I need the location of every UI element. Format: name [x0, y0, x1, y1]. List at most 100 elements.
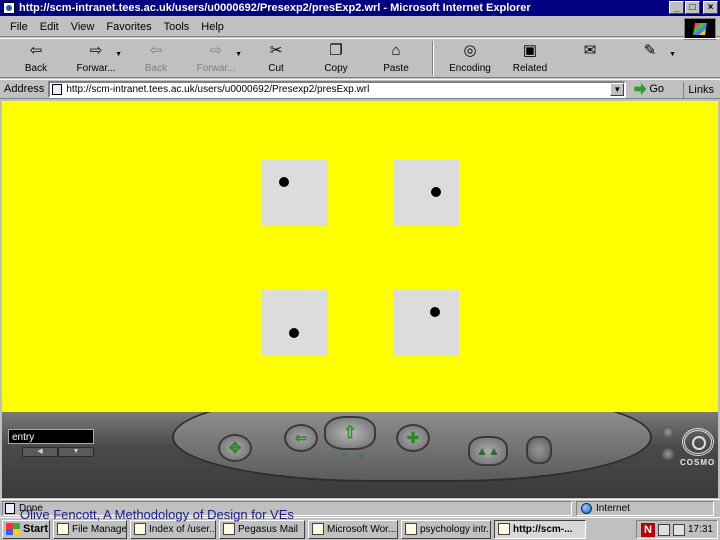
next-viewpoint-button[interactable]: ▼: [58, 447, 94, 457]
rotate-icon: ⇐: [294, 430, 308, 447]
mail-icon: ✉: [583, 42, 597, 59]
toolbar: ⇦ Back ⇨ Forwar... ▼ ⇦ Back ⇨ Forwar... …: [0, 38, 720, 78]
address-bar: Address http://scm-intranet.tees.ac.uk/u…: [0, 79, 720, 99]
go-arrow-icon: [634, 83, 647, 95]
paste-button[interactable]: ⌂ Paste: [366, 39, 426, 77]
security-zone: Internet: [576, 501, 714, 516]
forward-arrow-icon: ⇨: [89, 42, 103, 59]
dice-dot: [430, 307, 440, 317]
cut-icon: ✂: [269, 42, 283, 59]
chevron-down-icon[interactable]: ▼: [115, 51, 122, 58]
browser-icon: [498, 523, 510, 535]
forward-arrow-icon: ⇨: [209, 42, 223, 59]
encoding-icon: ◎: [463, 42, 477, 59]
knob-icon[interactable]: [662, 426, 674, 438]
edit-icon: ✎: [643, 42, 657, 59]
start-button[interactable]: Start: [2, 519, 50, 539]
dice-dot: [289, 328, 299, 338]
walk-icon: ⇧: [342, 423, 358, 442]
zoom-button[interactable]: ✥: [218, 434, 252, 462]
menu-tools[interactable]: Tools: [158, 21, 196, 33]
go-forward-button[interactable]: ⇧: [324, 416, 376, 450]
previous-viewpoint-button[interactable]: ◀: [22, 447, 58, 457]
menu-file[interactable]: File: [4, 21, 34, 33]
dice-tile-bottom-left[interactable]: [262, 290, 328, 356]
dice-tile-top-right[interactable]: [393, 160, 459, 226]
clock[interactable]: 17:31: [688, 524, 713, 535]
task-pegasus-mail[interactable]: Pegasus Mail: [219, 519, 305, 539]
seek-icon: ▲▲: [476, 444, 500, 458]
cosmo-brand-label: COSMO: [680, 458, 716, 467]
address-label: Address: [4, 83, 45, 95]
task-microsoft-word[interactable]: Microsoft Wor...: [308, 519, 398, 539]
minimize-button[interactable]: _: [669, 1, 684, 14]
system-tray: N 17:31: [635, 520, 718, 539]
forward-button[interactable]: ⇨ Forwar... ▼: [66, 39, 126, 77]
vrml-scene-viewport[interactable]: [2, 101, 718, 412]
back-arrow-icon: ⇦: [149, 42, 163, 59]
mail-icon: [223, 523, 235, 535]
chevron-down-icon[interactable]: ▼: [669, 51, 676, 58]
back-button-disabled[interactable]: ⇦ Back: [126, 39, 186, 77]
cut-label: Cut: [268, 63, 284, 74]
word-icon: [312, 523, 324, 535]
cosmo-logo-icon: [682, 428, 714, 456]
toolbar-separator: [432, 41, 434, 75]
pan-button[interactable]: ✚: [396, 424, 430, 452]
dice-dot: [279, 177, 289, 187]
back-label: Back: [24, 63, 48, 74]
netscape-icon[interactable]: N: [640, 522, 655, 537]
window-title: http://scm-intranet.tees.ac.uk/users/u00…: [19, 2, 531, 14]
task-file-manager[interactable]: File Manager - ...: [53, 519, 127, 539]
address-input[interactable]: http://scm-intranet.tees.ac.uk/users/u00…: [48, 80, 627, 98]
file-manager-icon: [57, 523, 69, 535]
close-button[interactable]: ×: [703, 1, 718, 14]
menu-favorites[interactable]: Favorites: [100, 21, 157, 33]
forward-label: Forwar...: [76, 63, 116, 74]
forward-button-disabled[interactable]: ⇨ Forwar... ▼: [186, 39, 246, 77]
mail-tray-icon[interactable]: [657, 523, 670, 536]
menu-edit[interactable]: Edit: [34, 21, 65, 33]
knob-icon[interactable]: [662, 448, 674, 460]
back-arrow-icon: ⇦: [29, 42, 43, 59]
mail-button[interactable]: ✉: [560, 39, 620, 77]
maximize-button[interactable]: □: [685, 1, 700, 14]
zoom-icon: ✥: [228, 440, 242, 457]
related-button[interactable]: ▣ Related: [500, 39, 560, 77]
straighten-controls[interactable]: ▼▲: [340, 451, 376, 460]
paste-icon: ⌂: [391, 42, 401, 59]
encoding-button[interactable]: ◎ Encoding: [440, 39, 500, 77]
dice-dot: [431, 187, 441, 197]
go-button[interactable]: Go: [634, 83, 664, 95]
cosmo-player-dashboard: entry ◀ ▼ ✥ ⇐ ⇧ ▼▲ ✚ ▲▲ ⊥ COSMO: [2, 412, 718, 498]
menu-bar: File Edit View Favorites Tools Help: [0, 17, 720, 37]
globe-icon: [581, 503, 592, 514]
edit-button[interactable]: ✎ ▼: [620, 39, 680, 77]
go-label: Go: [649, 83, 665, 95]
browser-window: http://scm-intranet.tees.ac.uk/users/u00…: [0, 0, 720, 540]
cut-button[interactable]: ✂ Cut: [246, 39, 306, 77]
tilt-button[interactable]: ⊥: [526, 436, 552, 464]
task-active-browser[interactable]: http://scm-...: [494, 519, 586, 539]
back-button[interactable]: ⇦ Back: [6, 39, 66, 77]
dice-tile-top-left[interactable]: [262, 160, 328, 226]
address-dropdown-button[interactable]: ▼: [610, 82, 625, 96]
copy-button[interactable]: ❐ Copy: [306, 39, 366, 77]
dashboard-knobs: [662, 426, 674, 460]
network-icon[interactable]: [672, 523, 685, 536]
encoding-label: Encoding: [449, 63, 491, 74]
viewpoint-list[interactable]: entry: [8, 429, 94, 444]
slide-caption: Olive Fencott, A Methodology of Design f…: [20, 507, 294, 522]
windows-logo-icon: [684, 18, 716, 40]
task-index[interactable]: Index of /user...: [130, 519, 216, 539]
dice-tile-bottom-right[interactable]: [393, 290, 459, 356]
tilt-icon: ⊥: [534, 444, 544, 456]
task-psychology[interactable]: psychology intr...: [401, 519, 491, 539]
pan-icon: ✚: [406, 430, 420, 447]
chevron-down-icon[interactable]: ▼: [235, 51, 242, 58]
rotate-button[interactable]: ⇐: [284, 424, 318, 452]
seek-button[interactable]: ▲▲: [468, 436, 508, 466]
links-button[interactable]: Links: [683, 82, 718, 98]
menu-view[interactable]: View: [65, 21, 101, 33]
menu-help[interactable]: Help: [195, 21, 230, 33]
